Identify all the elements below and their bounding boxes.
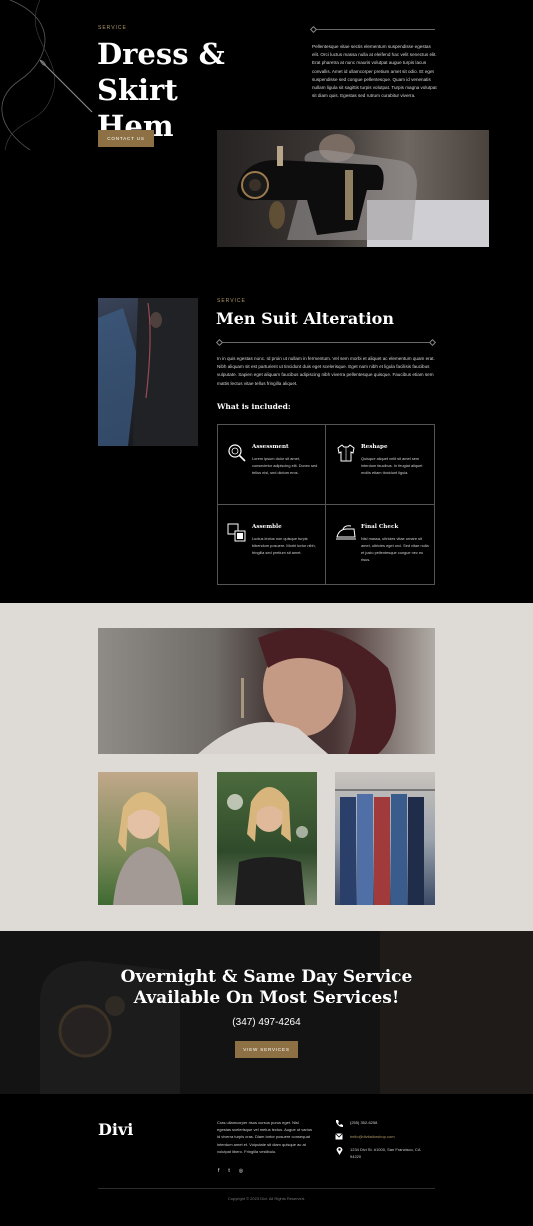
footer-divider xyxy=(98,1188,435,1189)
footer-about: Cras ullamcorper risus cursus purus eget… xyxy=(217,1120,312,1154)
feature-title: Reshape xyxy=(361,444,388,450)
iron-icon xyxy=(336,525,356,540)
feature-text: Quisque aliquet velit sit amet sem inter… xyxy=(361,456,423,475)
title-line-1: Dress & Skirt xyxy=(97,37,225,107)
feature-card-assemble: Assemble Luctus lectus non quisque turpi… xyxy=(217,504,326,585)
facebook-icon[interactable]: f xyxy=(218,1168,219,1174)
suit-title: Men Suit Alteration xyxy=(216,309,394,328)
gallery-section xyxy=(0,603,533,931)
email-icon xyxy=(335,1133,343,1140)
suit-divider xyxy=(220,342,433,343)
cta-phone[interactable]: (347) 497-4264 xyxy=(0,1017,533,1028)
hero-section: SERVICE Dress & Skirt Hem CONTACT US Pel… xyxy=(0,0,533,270)
features-grid: Assessment Lorem ipsum dolor sit amet, c… xyxy=(217,424,435,585)
feature-text: Lorem ipsum dolor sit amet, consectetur … xyxy=(252,456,318,475)
instagram-icon[interactable]: ◎ xyxy=(239,1168,243,1174)
suit-description: In in quis egestas nunc. Id proin ut nul… xyxy=(217,356,435,386)
cta-background-illustration xyxy=(0,931,533,1094)
sewing-machine-illustration xyxy=(237,134,489,247)
footer: Divi Cras ullamcorper risus cursus purus… xyxy=(0,1094,533,1226)
twitter-icon[interactable]: t xyxy=(228,1168,229,1174)
hero-eyebrow: SERVICE xyxy=(98,25,127,31)
gallery-photo-3 xyxy=(335,772,435,905)
gallery-photo-2 xyxy=(217,772,317,905)
divider-diamond-icon xyxy=(309,25,318,34)
cta-section: Overnight & Same Day Service Available O… xyxy=(0,931,533,1094)
needle-thread-decoration xyxy=(1,0,93,150)
pattern-icon xyxy=(227,523,246,542)
phone-icon xyxy=(336,1120,343,1127)
feature-card-final-check: Final Check Nisl massa, ultricies vitae … xyxy=(325,504,435,585)
hero-divider xyxy=(312,29,435,30)
divider-right-diamond-icon xyxy=(428,338,437,347)
magnifier-icon xyxy=(228,444,246,462)
woman-blonde-illustration xyxy=(113,792,183,905)
view-services-button[interactable]: VIEW SERVICES xyxy=(235,1041,298,1058)
copyright: Copyright © 2023 Divi. All Rights Reserv… xyxy=(227,1196,306,1201)
feature-title: Assemble xyxy=(252,524,282,530)
footer-logo[interactable]: Divi xyxy=(98,1120,133,1139)
footer-phone[interactable]: (255) 352-6258 xyxy=(350,1119,377,1126)
gallery-photo-1 xyxy=(98,772,198,905)
feature-card-reshape: Reshape Quisque aliquet velit sit amet s… xyxy=(325,424,435,505)
footer-address: 1234 Divi St. #1000, San Francisco, CA 9… xyxy=(350,1147,421,1160)
shirts-rack-illustration xyxy=(335,789,435,905)
woman-portrait-illustration xyxy=(198,628,396,754)
feature-title: Assessment xyxy=(252,444,289,450)
gallery-banner-photo xyxy=(98,628,435,754)
included-heading: What is included: xyxy=(217,402,291,411)
hero-description: Pellentesque vitae sectis elementum susp… xyxy=(312,44,437,99)
suit-alteration-section: SERVICE Men Suit Alteration In in quis e… xyxy=(0,270,533,603)
suit-eyebrow: SERVICE xyxy=(217,298,246,304)
feature-card-assessment: Assessment Lorem ipsum dolor sit amet, c… xyxy=(217,424,326,505)
social-links: f t ◎ xyxy=(218,1168,243,1174)
footer-email[interactable]: hello@divitailorshop.com xyxy=(350,1133,395,1140)
suit-photo xyxy=(98,298,198,446)
divider-left-diamond-icon xyxy=(215,338,224,347)
feature-title: Final Check xyxy=(361,524,399,530)
sewing-machine-photo xyxy=(217,130,489,247)
page-title: Dress & Skirt Hem xyxy=(97,36,307,144)
feature-text: Luctus lectus non quisque turpis bibendu… xyxy=(252,536,316,555)
location-pin-icon xyxy=(336,1147,343,1155)
cta-title-line-1: Overnight & Same Day Service xyxy=(120,967,413,987)
contact-us-button[interactable]: CONTACT US xyxy=(98,130,154,147)
suit-illustration xyxy=(98,298,198,446)
shirt-icon xyxy=(337,444,355,462)
cta-title: Overnight & Same Day Service Available O… xyxy=(0,967,533,1009)
cta-title-line-2: Available On Most Services! xyxy=(133,988,400,1008)
woman-offshoulder-illustration xyxy=(227,787,308,905)
feature-text: Nisl massa, ultricies vitae ornare sit a… xyxy=(361,536,429,562)
